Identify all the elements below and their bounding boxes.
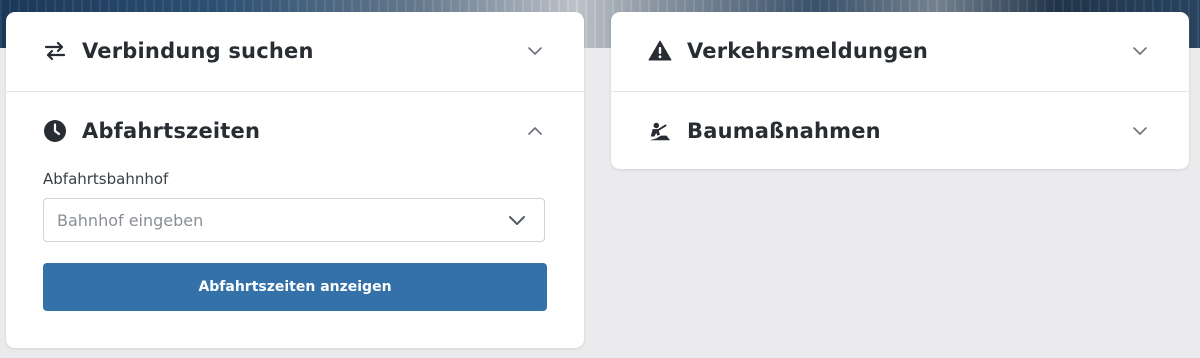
- accordion-header-connection[interactable]: Verbindung suchen: [6, 12, 584, 90]
- left-accordion-card: Verbindung suchen Abfahrtszeiten Abfahrt…: [6, 12, 584, 348]
- chevron-down-icon: [1131, 122, 1149, 140]
- chevron-down-icon: [1131, 42, 1149, 60]
- chevron-up-icon: [526, 122, 544, 140]
- accordion-title-traffic: Verkehrsmeldungen: [687, 39, 929, 63]
- right-accordion-card: Verkehrsmeldungen Baumaßnahmen: [611, 12, 1189, 169]
- warning-icon: [648, 39, 672, 63]
- clock-icon: [43, 119, 67, 143]
- accordion-header-traffic[interactable]: Verkehrsmeldungen: [611, 12, 1189, 90]
- station-field-label: Abfahrtsbahnhof: [43, 170, 169, 188]
- show-departures-button[interactable]: Abfahrtszeiten anzeigen: [43, 263, 547, 311]
- accordion-header-departures[interactable]: Abfahrtszeiten: [6, 92, 584, 170]
- chevron-down-icon: [507, 211, 527, 231]
- chevron-down-icon: [526, 42, 544, 60]
- construction-worker-icon: [648, 119, 672, 143]
- accordion-title-departures: Abfahrtszeiten: [82, 119, 261, 143]
- swap-arrows-icon: [43, 39, 67, 63]
- station-select-placeholder: Bahnhof eingeben: [57, 211, 204, 230]
- accordion-title-construction: Baumaßnahmen: [687, 119, 881, 143]
- accordion-header-construction[interactable]: Baumaßnahmen: [611, 92, 1189, 170]
- accordion-title-connection: Verbindung suchen: [82, 39, 314, 63]
- station-select[interactable]: Bahnhof eingeben: [43, 198, 545, 242]
